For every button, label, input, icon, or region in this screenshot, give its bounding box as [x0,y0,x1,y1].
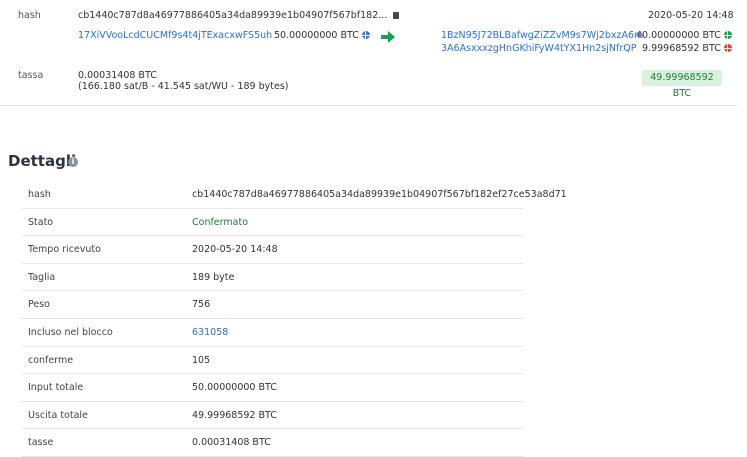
status-value: Confermato [192,216,249,228]
row-key: Tempo ricevuto [28,244,101,256]
table-row: Incluso nel blocco 631058 [22,319,523,347]
table-row: Tempo ricevuto 2020-05-20 14:48 [22,236,523,264]
row-value: 50.00000000 BTC [192,382,277,394]
unspent-globe-icon[interactable] [723,44,732,52]
hash-label: hash [18,10,41,21]
row-value: 189 byte [192,271,235,283]
details-table: hash cb1440c787d8a46977886405a34da89939e… [22,181,567,457]
row-value: 0.00031408 BTC [192,437,271,449]
globe-icon[interactable] [361,31,370,39]
table-row: Uscita totale 49.99968592 BTC [22,402,523,430]
input-amount-text: 50.00000000 BTC [274,30,359,41]
table-row: tasse 0.00031408 BTC [22,429,523,457]
row-value: 756 [192,299,211,311]
card-divider [0,105,737,106]
row-key: hash [28,189,51,200]
total-output-badge: 49.99968592 BTC [642,70,722,99]
row-key: Uscita totale [28,409,88,421]
row-key: Stato [28,216,54,228]
tx-hash-short: cb1440c787d8a46977886405a34da89939e1b049… [78,10,400,21]
section-title: Dettagli [8,152,77,170]
table-row: Peso 756 [22,291,523,319]
table-row: Input totale 50.00000000 BTC [22,374,523,402]
fee-detail: (166.180 sat/B - 41.545 sat/WU - 189 byt… [78,81,289,92]
table-row: conferme 105 [22,347,523,375]
row-value: cb1440c787d8a46977886405a34da89939e1b049… [192,189,567,200]
output-address-link[interactable]: 3A6AsxxxzgHnGKhiFyW4tYX1Hn2sjNfrQP [441,43,636,54]
copy-icon[interactable] [393,12,400,19]
output-amount-text: 9.99968592 BTC [642,43,721,54]
row-key: conferme [28,354,74,366]
arrow-right-icon [381,31,395,43]
fee-label: tassa [18,70,44,81]
tx-time: 2020-05-20 14:48 [648,10,734,21]
input-address-link[interactable]: 17XiVVooLcdCUCMf9s4t4jTExacxwFS5uh [78,30,272,41]
fee-amount: 0.00031408 BTC [78,70,157,81]
input-amount: 50.00000000 BTC [274,30,370,41]
output-amount-text: 40.00000000 BTC [636,30,721,41]
row-key: Peso [28,299,50,311]
row-value: 105 [192,354,211,366]
row-key: tasse [28,437,54,449]
row-value: 2020-05-20 14:48 [192,244,278,256]
table-row: hash cb1440c787d8a46977886405a34da89939e… [22,181,567,209]
table-row: Stato Confermato [22,209,523,237]
table-row: Taglia 189 byte [22,264,523,292]
output-address-link[interactable]: 1BzN95J72BLBafwgZiZZvM9s7Wj2bxzA6m [441,30,643,41]
output-amount: 9.99968592 BTC [642,43,732,54]
row-key: Input totale [28,382,84,394]
row-key: Taglia [28,271,56,283]
row-value: 49.99968592 BTC [192,409,277,421]
spent-globe-icon[interactable] [723,31,732,39]
block-link[interactable]: 631058 [192,327,228,338]
info-icon[interactable]: i [68,157,78,167]
row-key: Incluso nel blocco [28,326,113,338]
output-amount: 40.00000000 BTC [636,30,732,41]
tx-hash-text[interactable]: cb1440c787d8a46977886405a34da89939e1b049… [78,10,387,21]
